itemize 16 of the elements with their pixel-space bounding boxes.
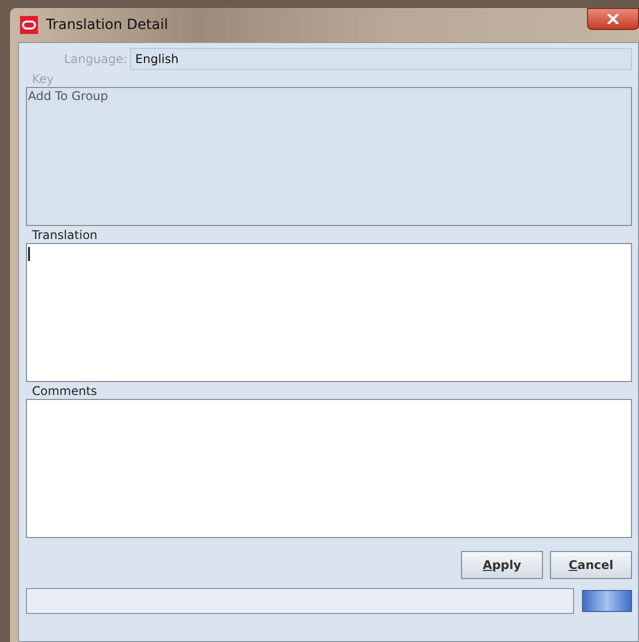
dialog-button[interactable]: Apply [461,551,543,579]
text-area[interactable] [26,399,632,538]
dialog-button[interactable]: Cancel [550,551,632,579]
oracle-ring-icon [20,16,38,34]
close-icon [607,14,619,24]
close-button[interactable] [587,8,639,30]
text-cursor [28,247,30,261]
progress-indicator [582,590,632,612]
window-title: Translation Detail [46,17,168,33]
text-area[interactable] [26,243,632,382]
field-label: Key [32,72,55,86]
language-field: English [130,48,632,70]
field-label: Language: [64,52,128,66]
field-label: Translation [32,228,98,242]
field-label: Comments [32,384,98,398]
text-area: Add To Group [26,87,632,226]
